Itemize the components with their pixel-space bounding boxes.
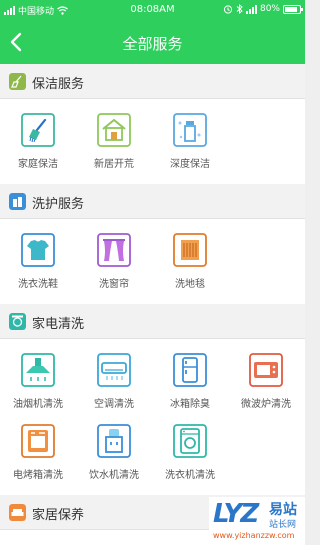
section-title: 保洁服务 bbox=[32, 77, 85, 92]
signal-strength-icon bbox=[245, 4, 257, 14]
service-item-deep-cleaning[interactable]: 深度保洁 bbox=[152, 113, 228, 184]
service-item-range-hood[interactable]: 油烟机清洗 bbox=[0, 353, 76, 424]
service-label: 微波炉清洗 bbox=[241, 399, 291, 410]
fridge-icon bbox=[173, 353, 207, 387]
air-conditioner-icon bbox=[97, 353, 131, 387]
service-label: 饮水机清洗 bbox=[89, 470, 139, 481]
service-item-curtain[interactable]: 洗窗帘 bbox=[76, 233, 152, 304]
service-label: 新居开荒 bbox=[94, 159, 134, 170]
service-item-laundry-shoes[interactable]: 洗衣洗鞋 bbox=[0, 233, 76, 304]
alarm-icon bbox=[223, 5, 233, 14]
section-title: 家居保养 bbox=[32, 508, 85, 523]
broom-icon bbox=[21, 113, 55, 147]
service-label: 洗衣机清洗 bbox=[165, 470, 215, 481]
service-label: 深度保洁 bbox=[170, 159, 210, 170]
oven-icon bbox=[21, 424, 55, 458]
service-label: 空调清洗 bbox=[94, 399, 134, 410]
service-label: 冰箱除臭 bbox=[170, 399, 210, 410]
service-item-home-cleaning[interactable]: 家庭保洁 bbox=[0, 113, 76, 184]
section-title: 家电清洗 bbox=[32, 317, 85, 332]
watermark-logo: LYZ bbox=[213, 499, 259, 529]
battery-icon bbox=[283, 4, 303, 14]
service-label: 洗地毯 bbox=[175, 279, 205, 290]
section-header-appliance: 家电清洗 bbox=[0, 304, 305, 339]
watermark-subtitle: 站长网 bbox=[269, 520, 297, 530]
service-label: 家庭保洁 bbox=[18, 159, 58, 170]
section-grid-laundry: 洗衣洗鞋 洗窗帘 洗地毯 bbox=[0, 219, 305, 304]
header-bar: 全部服务 bbox=[0, 20, 305, 64]
carpet-icon bbox=[173, 233, 207, 267]
section-header-cleaning: 保洁服务 bbox=[0, 64, 305, 99]
service-label: 油烟机清洗 bbox=[13, 399, 63, 410]
service-item-air-conditioner[interactable]: 空调清洗 bbox=[76, 353, 152, 424]
section-grid-appliance: 油烟机清洗 空调清洗 冰箱除臭 微波炉清洗 电烤箱清洗 饮水机清洗 洗衣机清洗 bbox=[0, 339, 305, 495]
service-item-fridge[interactable]: 冰箱除臭 bbox=[152, 353, 228, 424]
section-grid-cleaning: 家庭保洁 新居开荒 深度保洁 bbox=[0, 99, 305, 184]
bluetooth-icon bbox=[236, 4, 243, 14]
service-item-water-dispenser[interactable]: 饮水机清洗 bbox=[76, 424, 152, 495]
service-label: 电烤箱清洗 bbox=[13, 470, 63, 481]
detergent-icon bbox=[9, 193, 26, 210]
microwave-icon bbox=[249, 353, 283, 387]
washer-icon bbox=[9, 313, 26, 330]
broom-icon bbox=[9, 73, 26, 90]
page-title: 全部服务 bbox=[122, 35, 183, 53]
service-item-oven[interactable]: 电烤箱清洗 bbox=[0, 424, 76, 495]
service-list: 保洁服务 家庭保洁 新居开荒 深度保洁 洗护服务 洗衣洗鞋 洗窗帘 洗地毯 家电… bbox=[0, 64, 305, 545]
section-title: 洗护服务 bbox=[32, 197, 85, 212]
service-label: 洗衣洗鞋 bbox=[18, 279, 58, 290]
washing-machine-icon bbox=[173, 424, 207, 458]
status-bar: 中国移动 08:08AM 80% bbox=[0, 0, 305, 20]
section-header-laundry: 洗护服务 bbox=[0, 184, 305, 219]
spray-bottle-icon bbox=[173, 113, 207, 147]
house-icon bbox=[97, 113, 131, 147]
watermark-name: 易站 bbox=[269, 502, 297, 518]
range-hood-icon bbox=[21, 353, 55, 387]
service-item-microwave[interactable]: 微波炉清洗 bbox=[228, 353, 304, 424]
service-label: 洗窗帘 bbox=[99, 279, 129, 290]
service-item-carpet[interactable]: 洗地毯 bbox=[152, 233, 228, 304]
site-watermark: LYZ 易站 站长网 www.yizhanzzw.com bbox=[209, 497, 305, 545]
curtain-icon bbox=[97, 233, 131, 267]
shirt-icon bbox=[21, 233, 55, 267]
sofa-icon bbox=[9, 504, 26, 521]
watermark-url: www.yizhanzzw.com bbox=[213, 531, 295, 540]
service-item-new-home-cleaning[interactable]: 新居开荒 bbox=[76, 113, 152, 184]
water-dispenser-icon bbox=[97, 424, 131, 458]
battery-percent: 80% bbox=[259, 4, 280, 14]
service-item-washing-machine[interactable]: 洗衣机清洗 bbox=[152, 424, 228, 495]
